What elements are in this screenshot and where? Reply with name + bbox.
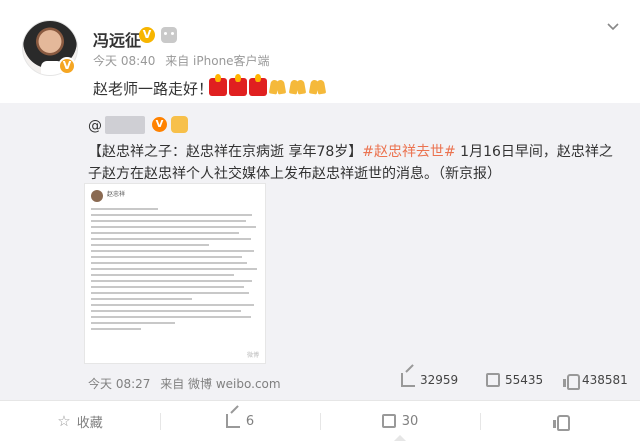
candle-emoji-icon [229, 74, 247, 96]
share-icon [225, 414, 240, 428]
comment-count: 30 [401, 413, 419, 429]
chevron-down-icon[interactable] [606, 20, 620, 34]
retweet-like-count[interactable]: 438581 [563, 373, 628, 390]
repost-button[interactable]: 6 [160, 401, 320, 441]
share-icon [401, 373, 415, 387]
retweet-body: 【赵忠祥之子：赵忠祥在京病逝 享年78岁】#赵忠祥去世# 1月16日早间，赵忠祥… [88, 141, 618, 185]
active-indicator [394, 435, 406, 441]
candle-emoji-icon [209, 74, 227, 96]
retweet-comment-count[interactable]: 55435 [486, 373, 543, 387]
hashtag-link[interactable]: #赵忠祥去世# [362, 144, 455, 160]
like-button[interactable] [480, 401, 640, 441]
favorite-button[interactable]: ☆ 收藏 [0, 401, 160, 441]
comment-button[interactable]: 30 [320, 401, 480, 441]
repost-count: 6 [245, 413, 255, 429]
comment-count: 55435 [505, 373, 544, 387]
thumb-text-lines [91, 208, 259, 334]
like-icon [553, 414, 570, 431]
thumb-avatar [91, 190, 103, 202]
retweet-user-blurred [105, 116, 145, 134]
like-icon [563, 373, 580, 390]
retweet-source: 来自 微博 weibo.com [160, 377, 281, 391]
retweet-share-count[interactable]: 32959 [401, 373, 458, 387]
candle-emoji-icon [249, 74, 267, 96]
thumb-watermark: 微博 [246, 352, 259, 359]
verified-v-icon: V [152, 117, 167, 132]
comment-icon [486, 373, 500, 387]
thumb-user-name: 赵忠祥 [107, 191, 126, 198]
vip-icon: V [139, 27, 155, 43]
retweet-title: 【赵忠祥之子：赵忠祥在京病逝 享年78岁】 [88, 144, 363, 160]
star-icon: ☆ [57, 412, 71, 430]
emoji-row [209, 74, 327, 96]
post-time[interactable]: 今天 08:40 [93, 54, 155, 68]
member-badge-icon [171, 116, 188, 133]
comment-icon [381, 414, 396, 428]
post-text: 赵老师一路走好！ [93, 80, 214, 98]
post-image-thumbnail[interactable]: 赵忠祥 微博 [84, 183, 266, 364]
like-count: 438581 [582, 373, 628, 387]
pray-emoji-icon [269, 78, 287, 96]
retweet-user[interactable]: @ [88, 118, 102, 134]
favorite-label: 收藏 [76, 415, 103, 431]
robot-icon [161, 27, 177, 43]
retweet-meta: 今天 08:27 来自 微博 weibo.com [88, 375, 287, 392]
share-count: 32959 [420, 373, 459, 387]
retweet-time[interactable]: 今天 08:27 [88, 377, 150, 391]
verified-badge-icon: V [58, 57, 76, 75]
post-meta: 今天 08:40 来自 iPhone客户端 [93, 52, 276, 69]
pray-emoji-icon [309, 78, 327, 96]
action-bar: ☆ 收藏 6 30 [0, 400, 640, 441]
user-name[interactable]: 冯远征 [93, 27, 141, 51]
post-source: 来自 iPhone客户端 [165, 54, 270, 68]
pray-emoji-icon [289, 78, 307, 96]
